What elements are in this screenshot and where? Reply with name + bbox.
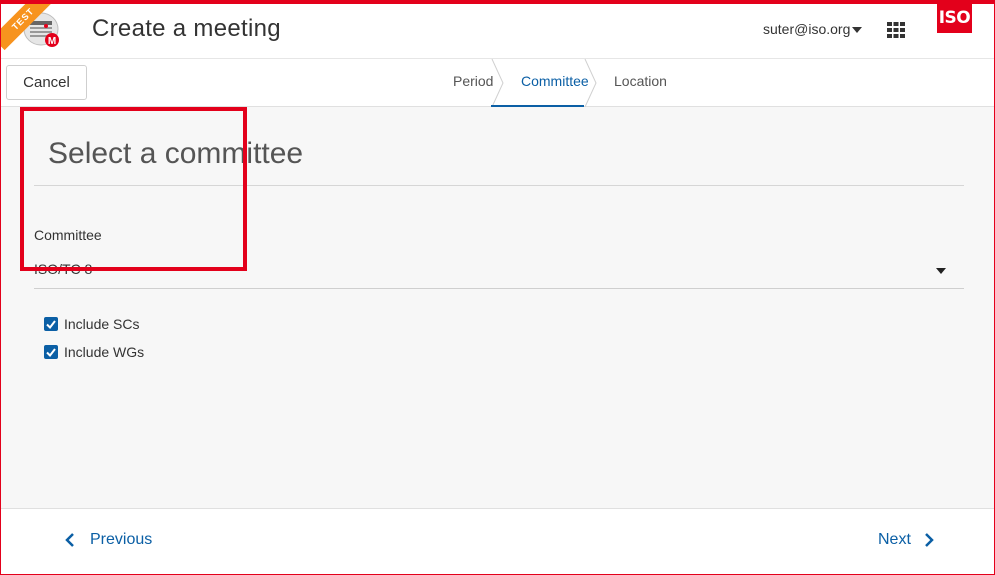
step-location[interactable]: Location [614,73,667,89]
next-button[interactable]: Next [878,531,935,549]
step-period[interactable]: Period [453,73,493,89]
chevron-left-icon [65,533,74,547]
previous-button[interactable]: Previous [64,531,152,549]
include-wgs-checkbox[interactable]: Include WGs [44,343,144,361]
include-scs-label[interactable]: Include SCs [64,316,139,332]
step-committee[interactable]: Committee [521,73,589,89]
checkbox-checked-icon[interactable] [44,345,58,359]
page-title: Create a meeting [92,15,281,42]
grid-icon[interactable] [887,22,905,38]
iso-logo[interactable]: ISO [937,4,972,33]
include-scs-checkbox[interactable]: Include SCs [44,315,139,333]
caret-down-icon[interactable] [852,27,862,33]
section-title: Select a committee [48,137,304,170]
toolbar: Cancel Period Committee Location [0,59,995,107]
wizard-footer: Previous Next [1,508,994,574]
caret-down-icon[interactable] [936,268,946,274]
user-menu-email[interactable]: suter@iso.org [763,21,850,37]
committee-select[interactable] [34,247,964,289]
app-header: TEST M Create a meeting suter@iso.org IS… [0,0,995,59]
committee-select-value: ISO/TC 8 [34,261,93,277]
chevron-right-icon [925,533,934,547]
step-separator [584,59,597,107]
previous-label: Previous [90,531,153,548]
include-wgs-label[interactable]: Include WGs [64,344,144,360]
step-separator [491,59,504,107]
main-content: Select a committee Committee ISO/TC 8 In… [1,107,994,508]
divider [34,185,964,186]
committee-label: Committee [34,227,102,243]
wizard-steps: Period Committee Location [0,59,995,107]
app-badge-letter: M [48,36,56,47]
checkbox-checked-icon[interactable] [44,317,58,331]
select-underline [34,288,964,289]
next-label: Next [878,531,911,548]
